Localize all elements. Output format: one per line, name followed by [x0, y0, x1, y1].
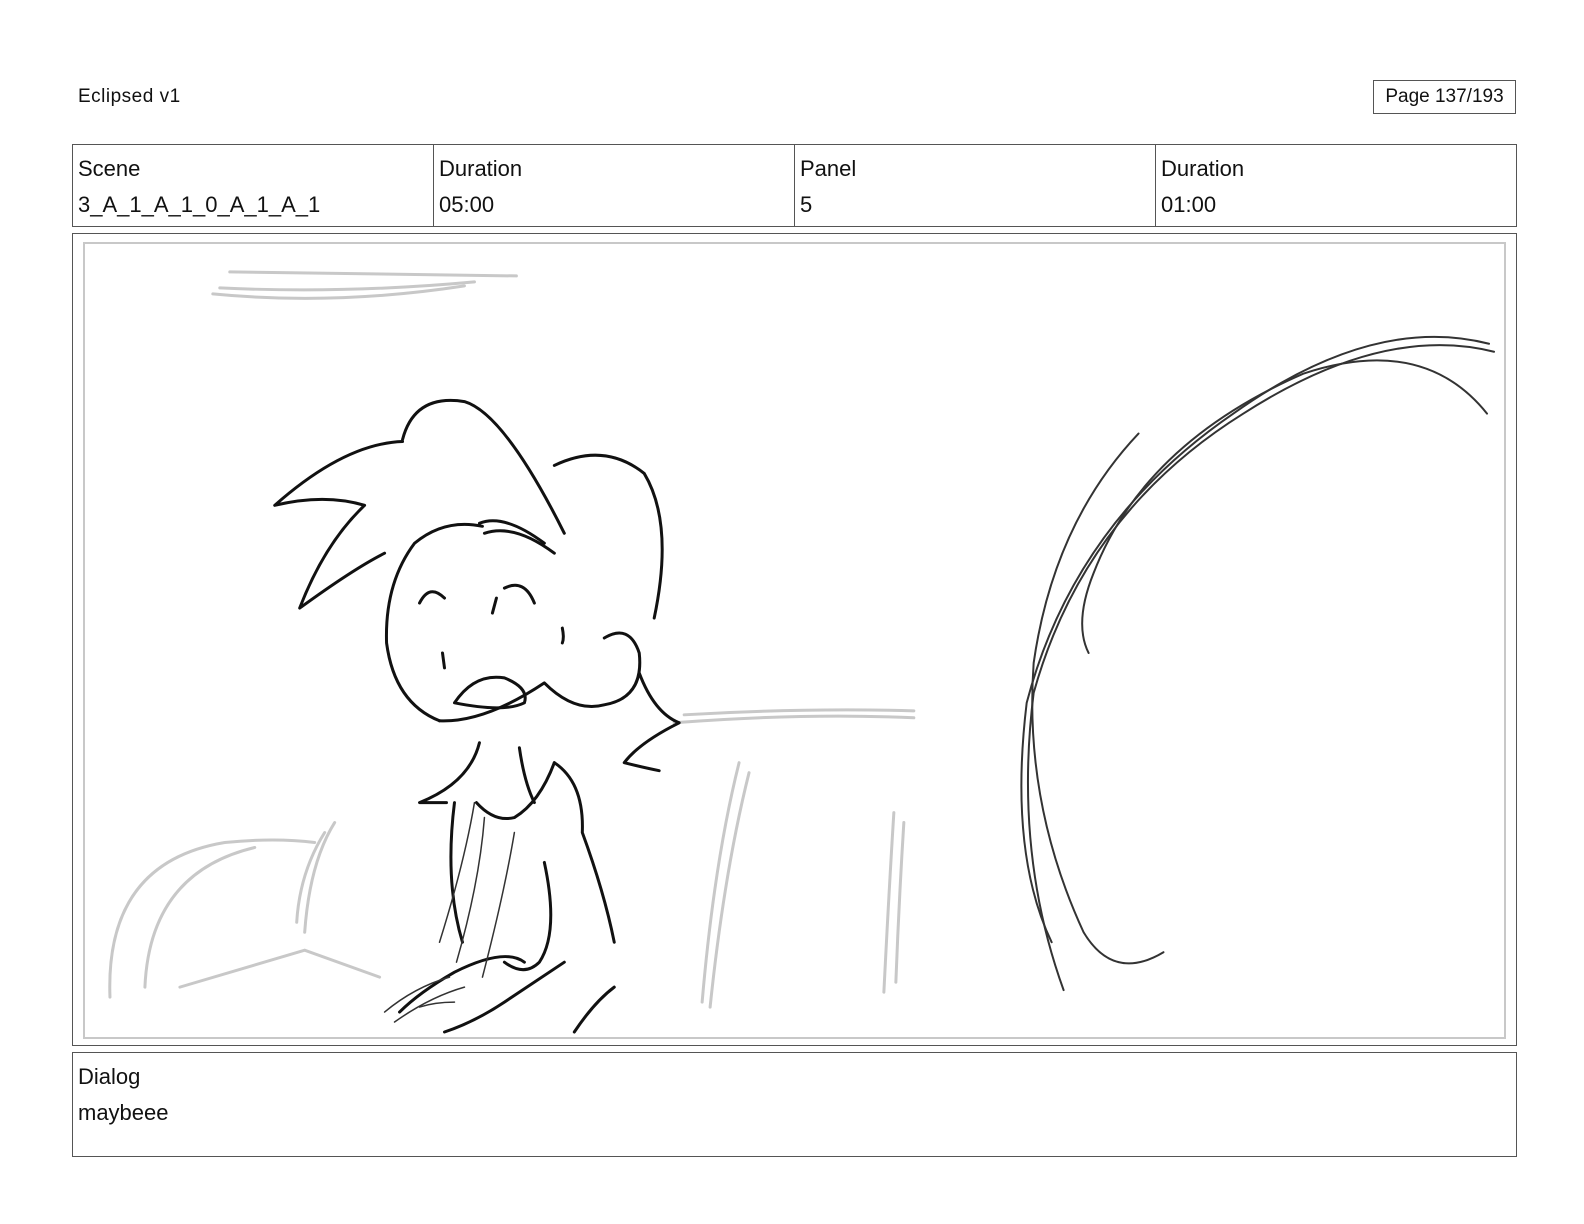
storyboard-panel-frame	[72, 233, 1517, 1046]
storyboard-image	[83, 242, 1506, 1039]
planet-arc-sketch	[1020, 335, 1496, 992]
scene-value: 3_A_1_A_1_0_A_1_A_1	[78, 192, 321, 217]
panel-cell: Panel 5	[795, 145, 1156, 226]
dialog-text: maybeee	[78, 1100, 169, 1125]
scene-label: Scene	[78, 156, 141, 181]
page-indicator: Page 137/193	[1373, 80, 1516, 114]
panel-info-row: Scene 3_A_1_A_1_0_A_1_A_1 Duration 05:00…	[72, 144, 1517, 227]
panel-label: Panel	[800, 156, 857, 181]
panel-duration-value: 01:00	[1161, 192, 1217, 217]
character-shading	[383, 801, 516, 1023]
scene-duration-cell: Duration 05:00	[434, 145, 795, 226]
scene-duration-label: Duration	[439, 156, 523, 181]
panel-duration-label: Duration	[1161, 156, 1245, 181]
storyboard-sketch	[108, 270, 1496, 1034]
scene-cell: Scene 3_A_1_A_1_0_A_1_A_1	[73, 145, 434, 226]
project-title: Eclipsed v1	[78, 86, 181, 107]
character-sketch	[273, 399, 681, 1034]
dialog-box: Dialog maybeee	[72, 1052, 1517, 1157]
dialog-label: Dialog	[78, 1064, 141, 1089]
panel-duration-cell: Duration 01:00	[1156, 145, 1516, 226]
background-sketch	[108, 270, 916, 1009]
panel-value: 5	[800, 192, 813, 217]
scene-duration-value: 05:00	[439, 192, 495, 217]
